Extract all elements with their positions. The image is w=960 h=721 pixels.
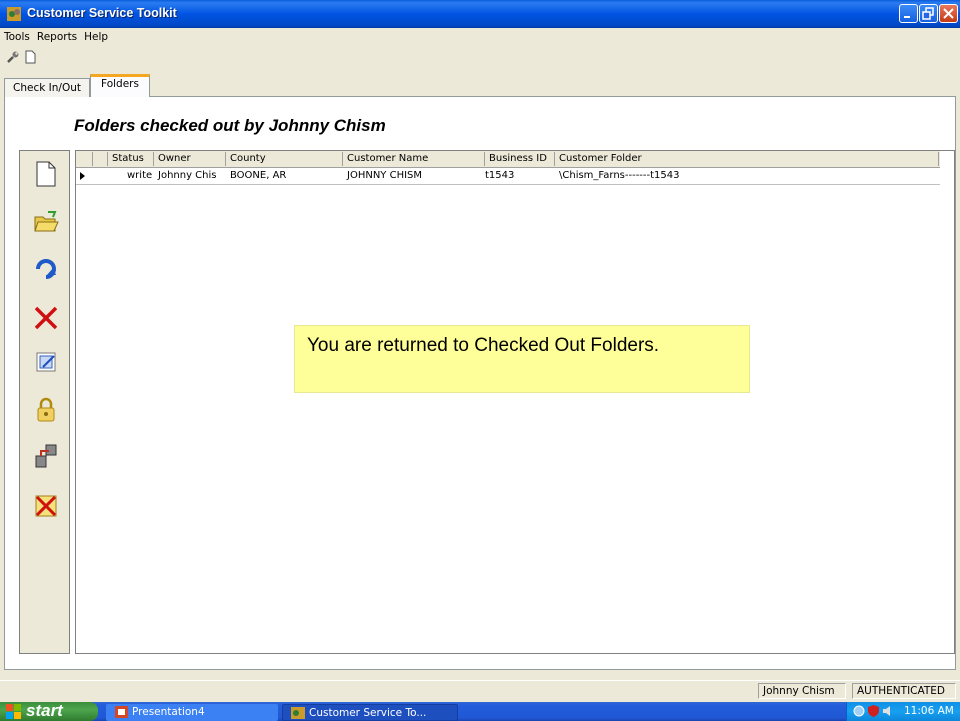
taskbar-label: Presentation4 [132, 706, 205, 718]
window-title: Customer Service Toolkit [27, 6, 177, 20]
taskbar-item-presentation[interactable]: Presentation4 [106, 704, 278, 721]
cell-status: write [127, 170, 153, 181]
cell-business-id: t1543 [485, 170, 515, 181]
cell-customer-folder: \Chism_Farns-------t1543 [559, 170, 680, 181]
move-folder-icon[interactable] [33, 443, 59, 469]
delete-icon[interactable] [33, 305, 59, 331]
wrench-icon[interactable] [6, 50, 20, 64]
cell-county: BOONE, AR [230, 170, 287, 181]
minimize-button[interactable] [899, 4, 918, 23]
clock: 11:06 AM [904, 705, 954, 717]
close-button[interactable] [939, 4, 958, 23]
taskbar-label: Customer Service To... [309, 707, 427, 719]
table-row[interactable]: write Johnny Chis BOONE, AR JOHNNY CHISM… [76, 168, 940, 185]
open-folder-icon[interactable] [33, 209, 59, 235]
start-label: start [26, 701, 63, 720]
page-title: Folders checked out by Johnny Chism [74, 116, 386, 135]
taskbar: start Presentation4 Customer Service To.… [0, 702, 960, 721]
tab-check-in-out[interactable]: Check In/Out [4, 78, 90, 97]
app-icon [291, 707, 305, 719]
new-document-icon[interactable] [23, 50, 37, 64]
menu-reports[interactable]: Reports [33, 28, 80, 43]
shield-icon[interactable] [868, 705, 879, 717]
refresh-icon[interactable] [33, 255, 59, 281]
status-auth: AUTHENTICATED [852, 683, 956, 699]
tab-folders[interactable]: Folders [90, 74, 150, 97]
column-header-customer-name[interactable]: Customer Name [347, 153, 428, 164]
remove-icon[interactable] [33, 493, 59, 519]
minimize-icon [904, 16, 910, 18]
new-document-icon[interactable] [33, 161, 59, 187]
volume-icon[interactable] [882, 705, 894, 717]
toolbar [0, 47, 960, 67]
restore-icon [922, 7, 934, 20]
action-panel [19, 150, 70, 654]
column-header-status[interactable]: Status [112, 153, 144, 164]
taskbar-item-customer-service[interactable]: Customer Service To... [282, 704, 458, 721]
title-bar: Customer Service Toolkit [0, 0, 960, 28]
column-header-county[interactable]: County [230, 153, 266, 164]
restore-button[interactable] [919, 4, 938, 23]
status-user: Johnny Chism [758, 683, 846, 699]
status-bar: Johnny Chism AUTHENTICATED [0, 680, 960, 700]
windows-logo-icon [6, 704, 21, 719]
close-icon [943, 8, 954, 19]
menu-help[interactable]: Help [80, 28, 111, 43]
column-header-owner[interactable]: Owner [158, 153, 191, 164]
lock-icon[interactable] [33, 397, 59, 423]
callout-note: You are returned to Checked Out Folders. [294, 325, 750, 393]
cell-customer-name: JOHNNY CHISM [347, 170, 423, 181]
edit-document-icon[interactable] [33, 349, 59, 375]
network-icon[interactable] [853, 705, 865, 717]
row-selector-icon [80, 172, 85, 180]
column-header-business-id[interactable]: Business ID [489, 153, 547, 164]
folders-grid[interactable]: Status Owner County Customer Name Busine… [75, 150, 955, 654]
cell-owner: Johnny Chis [158, 170, 217, 181]
menu-tools[interactable]: Tools [0, 28, 33, 43]
grid-header: Status Owner County Customer Name Busine… [76, 151, 940, 168]
menu-bar: Tools Reports Help [0, 28, 960, 46]
start-button[interactable]: start [0, 702, 98, 721]
column-header-customer-folder[interactable]: Customer Folder [559, 153, 642, 164]
app-icon [7, 7, 21, 21]
system-tray: 11:06 AM [846, 702, 960, 721]
powerpoint-icon [115, 706, 128, 718]
